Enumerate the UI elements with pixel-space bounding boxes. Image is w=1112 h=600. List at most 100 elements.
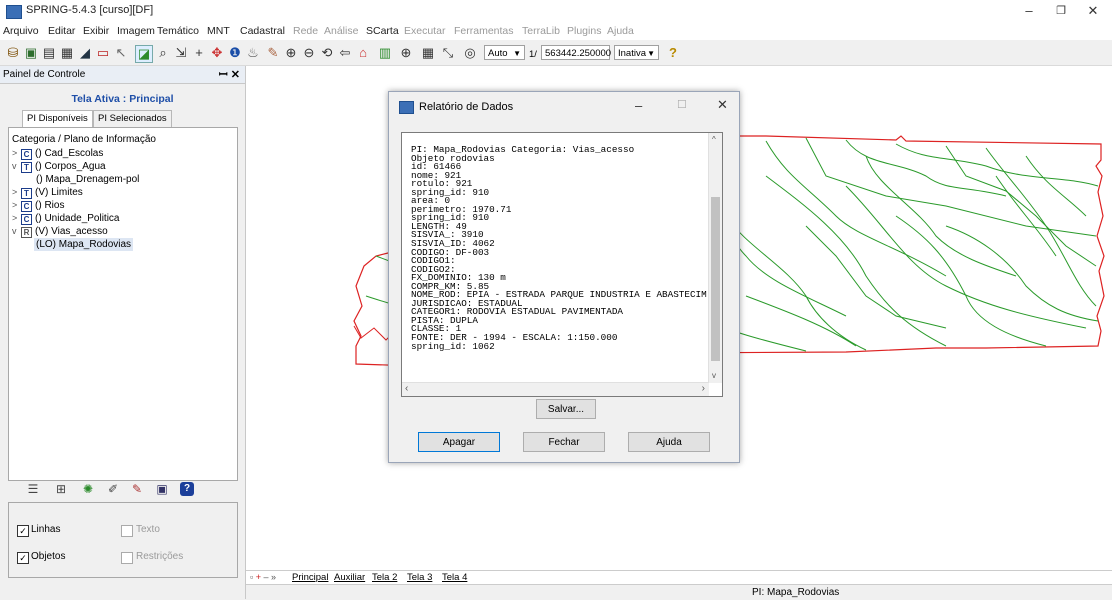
tab-tela-4[interactable]: Tela 4 xyxy=(442,572,467,583)
visual-icon[interactable]: ✺ xyxy=(81,482,95,496)
pencil-icon[interactable]: ✎ xyxy=(130,482,144,496)
database-icon[interactable]: ⛁ xyxy=(5,45,21,61)
tab-nav-icon[interactable]: ▫ + – » xyxy=(250,572,276,582)
tree-item-mapa-drenagem[interactable]: () Mapa_Drenagem-pol xyxy=(36,173,139,186)
pointer-star-icon[interactable]: ⤡ xyxy=(440,45,456,61)
scroll-left-icon[interactable]: ‹ xyxy=(405,383,408,394)
minimize-button[interactable]: – xyxy=(1014,2,1044,20)
chevron-right-icon[interactable]: > xyxy=(12,186,21,199)
report-text-area[interactable]: PI: Mapa_Rodovias Categoria: Vias_acesso… xyxy=(401,132,723,397)
window-panel-icon[interactable]: ▣ xyxy=(155,482,169,496)
state-select[interactable]: Inativa ▼ xyxy=(614,45,659,60)
mode-select-value: Auto xyxy=(488,48,508,59)
vertical-scrollbar[interactable]: ^ v xyxy=(708,133,722,383)
apagar-button[interactable]: Apagar xyxy=(418,432,500,452)
dialog-minimize-button[interactable]: – xyxy=(635,98,642,113)
menu-tematico[interactable]: Temático xyxy=(157,25,199,37)
zoom-options-icon[interactable]: ⊕ xyxy=(398,45,414,61)
menu-rede[interactable]: Rede xyxy=(293,25,318,37)
menu-imagem[interactable]: Imagem xyxy=(117,25,155,37)
help-icon[interactable]: ? xyxy=(180,482,194,496)
tab-auxiliar[interactable]: Auxiliar xyxy=(334,572,365,583)
chevron-right-icon[interactable]: > xyxy=(12,147,21,160)
table-view-icon[interactable]: ⊞ xyxy=(54,482,68,496)
home-icon[interactable]: ⌂ xyxy=(355,45,371,61)
menu-exibir[interactable]: Exibir xyxy=(83,25,109,37)
close-button[interactable]: ✕ xyxy=(1078,2,1108,20)
mode-select[interactable]: Auto ▼ xyxy=(484,45,525,60)
tree-item-rios[interactable]: > C() Rios xyxy=(12,199,64,212)
chevron-right-icon[interactable]: > xyxy=(12,199,21,212)
draw-tools-icon[interactable]: ▥ xyxy=(377,45,393,61)
chevron-down-icon: ▼ xyxy=(513,49,521,58)
texto-checkbox[interactable] xyxy=(121,525,133,537)
scroll-thumb[interactable] xyxy=(711,197,720,361)
palette-icon[interactable]: ◎ xyxy=(462,45,478,61)
grid-icon[interactable]: ▦ xyxy=(59,45,75,61)
dialog-close-button[interactable]: ✕ xyxy=(717,97,728,113)
chevron-right-icon[interactable]: > xyxy=(12,212,21,225)
menu-cadastral[interactable]: Cadastral xyxy=(240,25,285,37)
table-icon[interactable]: ▦ xyxy=(420,45,436,61)
tree-item-vias-acesso[interactable]: v R (V) Vias_acesso xyxy=(12,225,108,238)
scroll-down-icon[interactable]: v xyxy=(712,371,716,380)
linhas-checkbox[interactable]: ✓ xyxy=(17,525,29,537)
menu-analise[interactable]: Análise xyxy=(324,25,358,37)
tab-pi-disponiveis[interactable]: PI Disponíveis xyxy=(22,110,93,127)
scale-input[interactable]: 563442.250000 xyxy=(541,45,611,60)
layer-icon[interactable]: ▤ xyxy=(41,45,57,61)
project-icon[interactable]: ▣ xyxy=(23,45,39,61)
menu-scarta[interactable]: SCarta xyxy=(366,25,399,37)
menu-plugins[interactable]: Plugins xyxy=(567,25,601,37)
draw-icon[interactable]: ◢ xyxy=(77,45,93,61)
menu-executar[interactable]: Executar xyxy=(404,25,445,37)
zoom-out-icon[interactable]: ⊖ xyxy=(301,45,317,61)
move-icon[interactable]: ✥ xyxy=(209,45,225,61)
tab-tela-2[interactable]: Tela 2 xyxy=(372,572,397,583)
window-icon[interactable]: ▭ xyxy=(95,45,111,61)
pan-down-icon[interactable]: ⇲ xyxy=(173,45,189,61)
tree-item-unidade-politica[interactable]: > C() Unidade_Politica xyxy=(12,212,120,225)
options-box: ✓ Linhas Texto ✓ Objetos Restrições xyxy=(8,502,238,578)
back-icon[interactable]: ⇦ xyxy=(337,45,353,61)
panel-close-icon[interactable]: ꟷ ✕ xyxy=(219,67,240,82)
edit-icon[interactable]: ✎ xyxy=(265,45,281,61)
draw-mode-icon[interactable]: ◪ xyxy=(135,45,153,63)
tab-pi-selecionados[interactable]: PI Selecionados xyxy=(93,110,172,127)
tree-item-mapa-rodovias[interactable]: (LO) Mapa_Rodovias xyxy=(34,238,134,251)
zoom-area-icon[interactable]: ⌕ xyxy=(155,45,171,61)
tree-item-limites[interactable]: > T (V) Limites xyxy=(12,186,83,199)
horizontal-scrollbar[interactable]: ‹ › xyxy=(402,382,709,396)
menu-arquivo[interactable]: Arquivo xyxy=(3,25,39,37)
pointer-icon[interactable]: ↖ xyxy=(113,45,129,61)
restore-button[interactable]: ❐ xyxy=(1046,2,1076,20)
restricoes-checkbox[interactable] xyxy=(121,552,133,564)
ajuda-button[interactable]: Ajuda xyxy=(628,432,710,452)
zoom-previous-icon[interactable]: ⟲ xyxy=(319,45,335,61)
help-icon[interactable]: ? xyxy=(665,45,681,61)
salvar-button[interactable]: Salvar... xyxy=(536,399,596,419)
menu-ajuda[interactable]: Ajuda xyxy=(607,25,634,37)
menu-editar[interactable]: Editar xyxy=(48,25,75,37)
scroll-right-icon[interactable]: › xyxy=(702,383,705,394)
tab-principal[interactable]: Principal xyxy=(292,572,328,583)
dialog-maximize-button[interactable]: ☐ xyxy=(677,98,687,111)
menu-ferramentas[interactable]: Ferramentas xyxy=(454,25,514,37)
menu-mnt[interactable]: MNT xyxy=(207,25,230,37)
fechar-button[interactable]: Fechar xyxy=(523,432,605,452)
title-bar: SPRING-5.4.3 [curso][DF] – ❐ ✕ xyxy=(0,0,1112,22)
info-icon[interactable]: ❶ xyxy=(227,45,243,61)
edit-visual-icon[interactable]: ✐ xyxy=(106,482,120,496)
chevron-down-icon[interactable]: v xyxy=(12,160,21,173)
list-icon[interactable]: ☰ xyxy=(26,482,40,496)
tree-item-corpos-agua[interactable]: v T() Corpos_Agua xyxy=(12,160,106,173)
menu-terralib[interactable]: TerraLib xyxy=(522,25,560,37)
cursor-plus-icon[interactable]: + xyxy=(191,45,207,61)
zoom-in-icon[interactable]: ⊕ xyxy=(283,45,299,61)
tab-tela-3[interactable]: Tela 3 xyxy=(407,572,432,583)
query-icon[interactable]: ♨ xyxy=(245,45,261,61)
objetos-checkbox[interactable]: ✓ xyxy=(17,552,29,564)
chevron-down-icon[interactable]: v xyxy=(12,225,21,238)
tree-item-cad-escolas[interactable]: > C() Cad_Escolas xyxy=(12,147,103,160)
scroll-up-icon[interactable]: ^ xyxy=(712,135,716,144)
